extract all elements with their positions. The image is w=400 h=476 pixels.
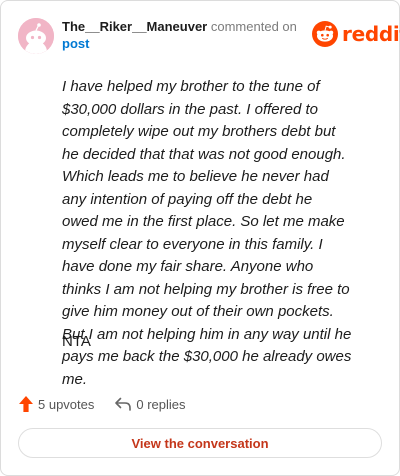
comment-header: The__Riker__Maneuver commented on post bbox=[62, 18, 302, 52]
comment-body: I have helped my brother to the tune of … bbox=[62, 76, 352, 391]
reddit-snoo-icon bbox=[312, 21, 338, 47]
upvote-arrow-icon bbox=[19, 396, 33, 412]
comment-actions: 5 upvotes 0 replies bbox=[18, 393, 186, 415]
upvote-button[interactable]: 5 upvotes bbox=[18, 395, 94, 413]
username[interactable]: The__Riker__Maneuver bbox=[62, 19, 207, 34]
reddit-wordmark: reddit bbox=[342, 22, 400, 46]
comment-text: I have helped my brother to the tune of … bbox=[62, 78, 352, 388]
reply-count: 0 replies bbox=[136, 396, 186, 412]
post-link[interactable]: post bbox=[62, 36, 89, 51]
comment-verdict: NTA bbox=[62, 333, 91, 350]
reddit-logo[interactable]: reddit bbox=[312, 21, 400, 47]
reply-arrow-icon bbox=[115, 397, 132, 411]
view-conversation-button[interactable]: View the conversation bbox=[18, 428, 382, 458]
avatar[interactable] bbox=[18, 18, 54, 54]
comment-card: The__Riker__Maneuver commented on post r… bbox=[0, 0, 400, 476]
snoo-avatar-icon bbox=[18, 18, 54, 54]
reply-button[interactable]: 0 replies bbox=[114, 396, 186, 412]
upvote-count: 5 upvotes bbox=[38, 396, 95, 412]
action-text: commented on bbox=[210, 19, 297, 34]
